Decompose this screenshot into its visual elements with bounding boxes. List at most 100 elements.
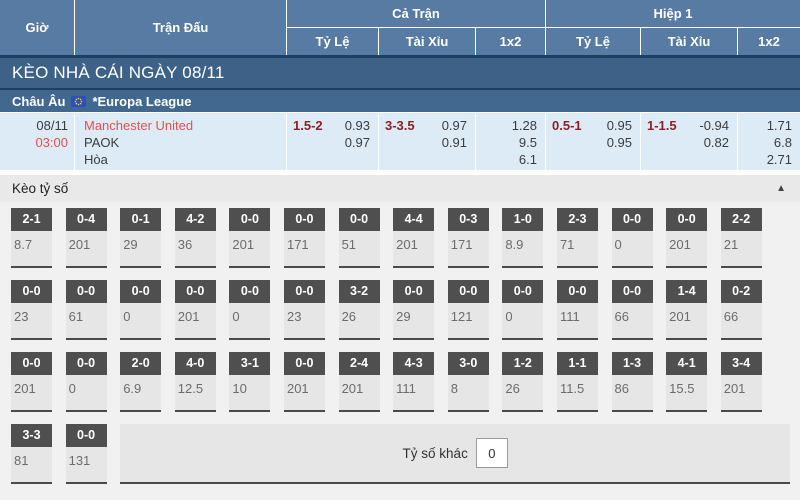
score-option[interactable]: 3-08 (448, 352, 489, 412)
home-team[interactable]: Manchester United (84, 117, 286, 134)
ft-ou-under-odds[interactable]: 0.91 (442, 134, 467, 151)
score-option[interactable]: 0-0121 (448, 280, 489, 340)
score-option[interactable]: 0-029 (393, 280, 434, 340)
score-option[interactable]: 2-371 (557, 208, 598, 268)
h1-odds-2[interactable]: 2.71 (767, 151, 792, 168)
score-option[interactable]: 2-06.9 (120, 352, 161, 412)
score-badge[interactable]: 0-1 (120, 208, 161, 231)
score-option[interactable]: 0-0201 (666, 208, 707, 268)
score-option[interactable]: 0-0171 (284, 208, 325, 268)
ft-handicap-odds-away[interactable]: 0.97 (345, 134, 370, 151)
score-badge[interactable]: 4-4 (393, 208, 434, 231)
score-badge[interactable]: 3-2 (339, 280, 380, 303)
score-badge[interactable]: 2-4 (339, 352, 380, 375)
score-option[interactable]: 0-0201 (11, 352, 52, 412)
score-option[interactable]: 0-00 (502, 280, 543, 340)
score-badge[interactable]: 2-2 (721, 208, 762, 231)
score-badge[interactable]: 0-0 (66, 352, 107, 375)
score-option[interactable]: 2-18.7 (11, 208, 52, 268)
score-option[interactable]: 1-08.9 (502, 208, 543, 268)
score-badge[interactable]: 0-3 (448, 208, 489, 231)
score-option[interactable]: 0-0201 (229, 208, 270, 268)
h1-odds-x[interactable]: 6.8 (774, 134, 792, 151)
score-option[interactable]: 0-023 (11, 280, 52, 340)
score-badge[interactable]: 0-0 (612, 208, 653, 231)
other-score-input[interactable] (476, 438, 508, 468)
score-badge[interactable]: 0-0 (393, 280, 434, 303)
score-badge[interactable]: 0-0 (66, 424, 107, 447)
score-badge[interactable]: 0-0 (448, 280, 489, 303)
score-badge[interactable]: 1-2 (502, 352, 543, 375)
score-badge[interactable]: 0-0 (175, 280, 216, 303)
score-option[interactable]: 0-3171 (448, 208, 489, 268)
collapse-arrow-icon[interactable]: ▲ (776, 183, 786, 194)
score-badge[interactable]: 0-0 (284, 208, 325, 231)
score-badge[interactable]: 3-1 (229, 352, 270, 375)
h1-ou-under-odds[interactable]: 0.82 (704, 134, 729, 151)
score-badge[interactable]: 3-0 (448, 352, 489, 375)
score-option[interactable]: 1-386 (612, 352, 653, 412)
h1-handicap-odds-home[interactable]: 0.95 (607, 117, 632, 134)
score-option[interactable]: 0-0201 (284, 352, 325, 412)
score-option[interactable]: 0-00 (66, 352, 107, 412)
score-option[interactable]: 0-00 (229, 280, 270, 340)
score-option[interactable]: 0-0111 (557, 280, 598, 340)
score-badge[interactable]: 4-1 (666, 352, 707, 375)
league-bar[interactable]: Châu Âu *Europa League (0, 90, 800, 113)
score-option[interactable]: 0-4201 (66, 208, 107, 268)
score-badge[interactable]: 3-3 (11, 424, 52, 447)
score-badge[interactable]: 0-0 (229, 280, 270, 303)
score-badge[interactable]: 0-2 (721, 280, 762, 303)
score-option[interactable]: 3-110 (229, 352, 270, 412)
score-badge[interactable]: 0-0 (11, 280, 52, 303)
score-option[interactable]: 0-066 (612, 280, 653, 340)
score-option[interactable]: 0-051 (339, 208, 380, 268)
score-option[interactable]: 4-236 (175, 208, 216, 268)
away-team[interactable]: PAOK (84, 134, 286, 151)
score-option[interactable]: 4-115.5 (666, 352, 707, 412)
score-badge[interactable]: 0-0 (557, 280, 598, 303)
score-badge[interactable]: 2-1 (11, 208, 52, 231)
score-section-header[interactable]: Kèo tỷ số ▲ (0, 175, 800, 202)
score-option[interactable]: 0-00 (120, 280, 161, 340)
score-badge[interactable]: 1-1 (557, 352, 598, 375)
h1-handicap-odds-away[interactable]: 0.95 (607, 134, 632, 151)
score-option[interactable]: 2-221 (721, 208, 762, 268)
ft-ou-over-odds[interactable]: 0.97 (442, 117, 467, 134)
h1-ou-over-odds[interactable]: -0.94 (699, 117, 729, 134)
score-option[interactable]: 1-111.5 (557, 352, 598, 412)
ft-odds-x[interactable]: 9.5 (519, 134, 537, 151)
score-option[interactable]: 3-381 (11, 424, 52, 484)
score-option[interactable]: 3-226 (339, 280, 380, 340)
score-badge[interactable]: 0-0 (502, 280, 543, 303)
score-option[interactable]: 0-129 (120, 208, 161, 268)
score-option[interactable]: 0-00 (612, 208, 653, 268)
score-badge[interactable]: 2-0 (120, 352, 161, 375)
score-badge[interactable]: 3-4 (721, 352, 762, 375)
score-badge[interactable]: 2-3 (557, 208, 598, 231)
ft-handicap-odds-home[interactable]: 0.93 (345, 117, 370, 134)
score-badge[interactable]: 1-4 (666, 280, 707, 303)
score-badge[interactable]: 0-0 (339, 208, 380, 231)
score-badge[interactable]: 0-0 (120, 280, 161, 303)
ft-odds-2[interactable]: 6.1 (519, 151, 537, 168)
score-badge[interactable]: 0-0 (11, 352, 52, 375)
league-name[interactable]: *Europa League (92, 94, 191, 109)
ft-odds-1[interactable]: 1.28 (512, 117, 537, 134)
h1-odds-1[interactable]: 1.71 (767, 117, 792, 134)
score-badge[interactable]: 0-0 (284, 352, 325, 375)
score-option[interactable]: 0-061 (66, 280, 107, 340)
score-option[interactable]: 4-3111 (393, 352, 434, 412)
score-badge[interactable]: 0-0 (612, 280, 653, 303)
score-option[interactable]: 0-266 (721, 280, 762, 340)
score-badge[interactable]: 0-0 (229, 208, 270, 231)
score-option[interactable]: 0-023 (284, 280, 325, 340)
score-badge[interactable]: 0-0 (284, 280, 325, 303)
score-badge[interactable]: 0-4 (66, 208, 107, 231)
score-option[interactable]: 3-4201 (721, 352, 762, 412)
score-option[interactable]: 1-226 (502, 352, 543, 412)
score-option[interactable]: 0-0201 (175, 280, 216, 340)
score-badge[interactable]: 4-0 (175, 352, 216, 375)
score-badge[interactable]: 0-0 (66, 280, 107, 303)
score-option[interactable]: 2-4201 (339, 352, 380, 412)
